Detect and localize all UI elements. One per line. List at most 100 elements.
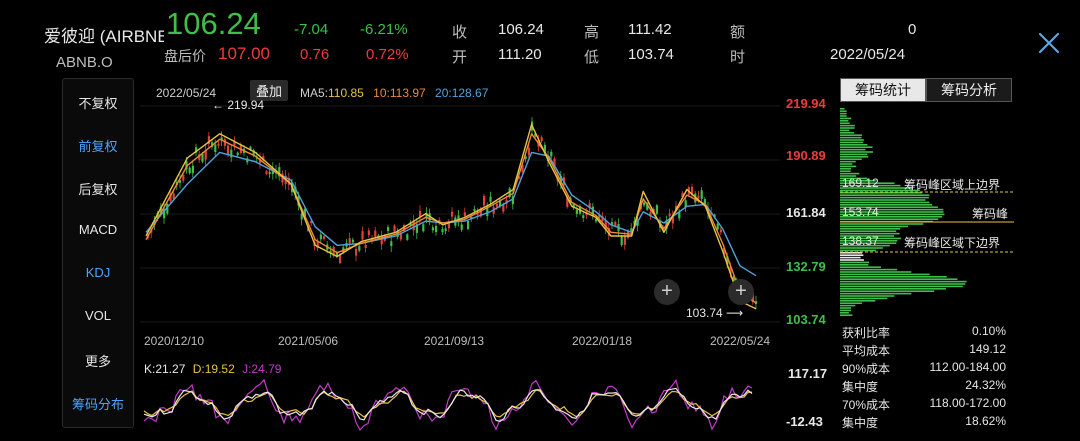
candle-body — [700, 190, 703, 199]
kdj-k-line — [143, 387, 753, 422]
high-value: 111.42 — [628, 21, 672, 38]
tab-chip-analysis[interactable]: 筹码分析 — [926, 78, 1012, 102]
price-tick-1: 219.94 — [786, 96, 826, 111]
chip-bar — [840, 134, 862, 136]
ma5-label: MA5: — [300, 86, 329, 100]
chip-bar — [840, 108, 845, 110]
chip-bar — [840, 120, 849, 122]
chip-bar — [840, 285, 963, 288]
candle-body — [422, 224, 425, 232]
kdj-axis-bottom: -12.43 — [786, 414, 823, 429]
chip-bar — [840, 314, 853, 316]
left-menu: 不复权 前复权 后复权 MACD KDJ VOL 更多 筹码分布 — [62, 78, 134, 428]
candle-body — [495, 204, 498, 207]
chip-bar — [840, 170, 851, 172]
ma5-value: 110.85 — [328, 86, 364, 100]
after-hours-label: 盘后价 — [164, 48, 206, 64]
chip-bar — [840, 196, 929, 199]
stat-label-3: 90%成本 — [842, 362, 891, 376]
chip-bar — [840, 139, 864, 141]
chip-bar — [840, 112, 847, 115]
date-tick-1: 2020/12/10 — [144, 334, 205, 348]
time-value: 2022/05/24 — [830, 46, 906, 63]
candle-body — [374, 230, 377, 237]
candle-body — [489, 196, 492, 202]
current-price: 106.24 — [166, 6, 261, 41]
stock-name: 爱彼迎 (AIRBNB — [44, 27, 164, 46]
candle-body — [351, 239, 354, 243]
price-tick-5: 103.74 — [786, 312, 826, 327]
chip-bar — [840, 156, 869, 158]
date-tick-3: 2021/09/13 — [424, 334, 485, 348]
menu-backward-adjust[interactable]: 后复权 — [63, 179, 133, 198]
chip-bar — [840, 163, 853, 165]
menu-no-adjust[interactable]: 不复权 — [63, 93, 133, 112]
chip-bar — [840, 256, 861, 259]
stat-label-6: 集中度 — [842, 416, 879, 430]
candle-body — [527, 147, 530, 156]
add-crosshair-button-2[interactable]: + — [728, 279, 754, 305]
tab-chip-stats[interactable]: 筹码统计 — [840, 78, 926, 102]
chip-bar — [840, 300, 876, 302]
chip-bar — [840, 124, 855, 127]
chip-bar — [840, 309, 851, 312]
chip-bar — [840, 129, 850, 132]
menu-kdj[interactable]: KDJ — [63, 265, 133, 280]
chip-peak-value: 153.74 — [842, 205, 879, 219]
candle-body — [502, 204, 505, 212]
high-annotation-value: 219.94 — [227, 98, 265, 112]
price-tick-4: 132.79 — [786, 259, 826, 274]
chip-upper-label: 筹码峰区域上边界 — [904, 178, 1001, 192]
close-value: 106.24 — [498, 21, 544, 38]
chip-bar — [840, 168, 851, 170]
open-value: 111.20 — [498, 46, 542, 63]
chip-bar — [840, 148, 866, 151]
stat-value-2: 149.12 — [969, 342, 1006, 356]
ma-legend: MA5:110.85 10:113.97 20:128.67 — [300, 86, 488, 100]
chip-bar — [840, 225, 908, 228]
chip-bar — [840, 146, 873, 148]
ma10-value: 113.97 — [389, 86, 426, 100]
chip-bar — [840, 199, 926, 201]
price-change-pct: -6.21% — [360, 21, 408, 38]
candle-body — [191, 165, 194, 174]
add-crosshair-button[interactable]: + — [654, 279, 680, 305]
stat-value-6: 18.62% — [965, 414, 1006, 428]
kdj-legend: K:21.27 D:19.52 J:24.79 — [144, 362, 281, 376]
chip-bar — [840, 151, 873, 153]
menu-vol[interactable]: VOL — [63, 308, 133, 323]
stat-label-5: 70%成本 — [842, 398, 891, 412]
kdj-chart[interactable] — [140, 376, 780, 432]
chip-bar — [840, 141, 864, 144]
chart-date: 2022/05/24 — [156, 86, 217, 100]
candle-body — [355, 248, 358, 256]
candle-body — [623, 236, 626, 245]
stat-value-1: 0.10% — [971, 324, 1006, 338]
chip-lower-label: 筹码峰区域下边界 — [904, 236, 1001, 250]
chip-bar — [840, 122, 850, 124]
amount-label: 额 — [730, 24, 746, 41]
chip-bar — [840, 132, 855, 134]
menu-chip-distribution[interactable]: 筹码分布 — [63, 394, 133, 413]
high-label: 高 — [584, 24, 600, 41]
after-hours-change: 0.76 — [300, 46, 330, 63]
chip-lower-value: 138.37 — [842, 234, 879, 248]
ma20-value: 128.67 — [451, 86, 489, 100]
chip-bar — [840, 283, 966, 285]
chip-bar — [840, 302, 862, 304]
close-icon[interactable] — [1036, 30, 1062, 56]
stat-value-3: 112.00-184.00 — [929, 360, 1006, 374]
menu-more[interactable]: 更多 — [63, 351, 133, 370]
menu-forward-adjust[interactable]: 前复权 — [63, 136, 133, 155]
menu-macd[interactable]: MACD — [63, 222, 133, 237]
candle-body — [188, 167, 191, 174]
chip-bar — [840, 304, 856, 307]
ma10-label: 10: — [373, 86, 390, 100]
kdj-axis-top: 117.17 — [788, 366, 828, 381]
price-chart[interactable] — [140, 100, 780, 330]
chip-bar — [840, 144, 868, 146]
candle-body — [582, 215, 585, 219]
stat-label-2: 平均成本 — [842, 344, 891, 358]
chip-bar — [840, 254, 864, 256]
chip-bar — [840, 115, 847, 117]
